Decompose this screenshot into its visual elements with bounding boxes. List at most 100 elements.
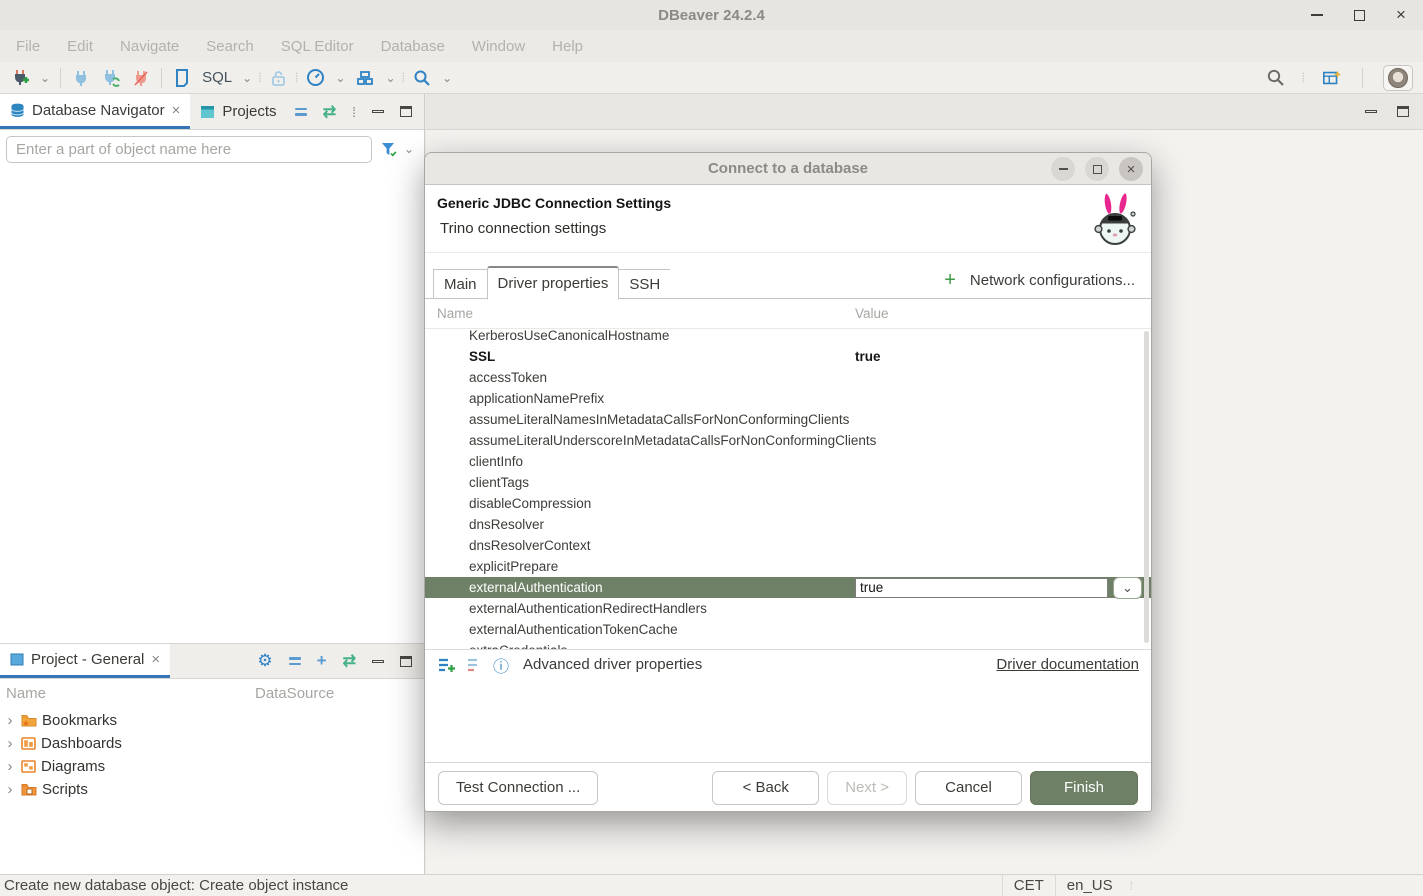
driver-documentation-link[interactable]: Driver documentation bbox=[996, 656, 1139, 673]
dashboard-icon[interactable] bbox=[305, 68, 325, 88]
menu-window[interactable]: Window bbox=[472, 38, 525, 55]
grid-scrollbar[interactable] bbox=[1144, 331, 1149, 643]
project-folder-icon bbox=[10, 653, 24, 666]
new-connection-icon[interactable] bbox=[10, 68, 30, 88]
project-column-headers: Name DataSource bbox=[0, 679, 424, 707]
toolbar-separator-dots: ⁞ bbox=[258, 70, 263, 85]
properties-grid[interactable]: KerberosUseCanonicalHostname SSLtrue acc… bbox=[425, 329, 1151, 649]
column-name[interactable]: Name bbox=[0, 685, 255, 702]
bookmarks-folder-icon bbox=[21, 714, 37, 727]
maximize-view-icon[interactable] bbox=[400, 656, 412, 667]
back-button[interactable]: < Back bbox=[712, 771, 819, 805]
tree-item-label: Scripts bbox=[42, 781, 88, 798]
dashboard-chevron-icon[interactable]: ⌄ bbox=[335, 71, 345, 85]
menu-sql-editor[interactable]: SQL Editor bbox=[281, 38, 354, 55]
minimize-view-icon[interactable] bbox=[372, 660, 384, 663]
diagrams-icon bbox=[21, 760, 36, 773]
link-with-editor-icon[interactable]: ⇄ bbox=[323, 102, 336, 122]
disconnect-icon[interactable] bbox=[131, 68, 151, 88]
status-locale[interactable]: en_US bbox=[1055, 875, 1124, 896]
menu-help[interactable]: Help bbox=[552, 38, 583, 55]
dialog-close-button[interactable]: × bbox=[1119, 157, 1143, 181]
expand-all-icon[interactable]: + bbox=[317, 651, 327, 671]
table-row: SSLtrue bbox=[425, 346, 1151, 367]
filter-funnel-icon[interactable] bbox=[380, 141, 398, 158]
property-value-input[interactable] bbox=[855, 578, 1108, 598]
status-timezone[interactable]: CET bbox=[1002, 875, 1055, 896]
menu-bar: File Edit Navigate Search SQL Editor Dat… bbox=[0, 30, 1423, 62]
window-maximize-button[interactable] bbox=[1351, 7, 1367, 23]
tree-item-bookmarks[interactable]: › Bookmarks bbox=[0, 709, 424, 732]
tab-driver-properties[interactable]: Driver properties bbox=[487, 266, 620, 300]
maximize-editor-icon[interactable] bbox=[1397, 106, 1409, 117]
connect-icon[interactable] bbox=[71, 68, 91, 88]
table-row: dnsResolverContext bbox=[425, 535, 1151, 556]
toolbar-separator-dots: ⁞ bbox=[295, 70, 300, 85]
minimize-editor-icon[interactable] bbox=[1365, 110, 1377, 113]
window-minimize-button[interactable] bbox=[1309, 7, 1325, 23]
quick-search-icon[interactable] bbox=[1265, 68, 1285, 88]
remove-property-icon[interactable] bbox=[466, 657, 483, 673]
tab-close-icon[interactable]: × bbox=[151, 651, 160, 668]
menu-search[interactable]: Search bbox=[206, 38, 254, 55]
expand-chevron-icon[interactable]: › bbox=[4, 712, 16, 729]
cancel-button[interactable]: Cancel bbox=[915, 771, 1022, 805]
next-button[interactable]: Next > bbox=[827, 771, 907, 805]
collapse-all-icon[interactable] bbox=[295, 108, 307, 116]
driver-manager-chevron-icon[interactable]: ⌄ bbox=[385, 71, 395, 85]
table-row-selected[interactable]: externalAuthentication ⌄ bbox=[425, 577, 1151, 598]
tab-ssh[interactable]: SSH bbox=[619, 269, 670, 299]
sql-editor-chevron-icon[interactable]: ⌄ bbox=[242, 71, 252, 85]
dialog-titlebar[interactable]: Connect to a database × bbox=[425, 153, 1151, 185]
reconnect-icon[interactable] bbox=[101, 68, 121, 88]
menu-navigate[interactable]: Navigate bbox=[120, 38, 179, 55]
view-menu-icon[interactable]: ⁞ bbox=[352, 104, 356, 120]
column-datasource[interactable]: DataSource bbox=[255, 685, 334, 702]
expand-chevron-icon[interactable]: › bbox=[4, 758, 16, 775]
menu-edit[interactable]: Edit bbox=[67, 38, 93, 55]
table-row: externalAuthenticationTokenCache bbox=[425, 619, 1151, 640]
dialog-maximize-button[interactable] bbox=[1085, 157, 1109, 181]
tab-project-general[interactable]: Project - General × bbox=[0, 644, 170, 678]
driver-manager-icon[interactable] bbox=[355, 68, 375, 88]
menu-database[interactable]: Database bbox=[381, 38, 445, 55]
table-row: externalAuthenticationRedirectHandlers bbox=[425, 598, 1151, 619]
search-chevron-icon[interactable]: ⌄ bbox=[442, 71, 452, 85]
add-property-icon[interactable] bbox=[437, 657, 456, 673]
maximize-view-icon[interactable] bbox=[400, 106, 412, 117]
tree-item-diagrams[interactable]: › Diagrams bbox=[0, 755, 424, 778]
dialog-minimize-button[interactable] bbox=[1051, 157, 1075, 181]
tree-item-dashboards[interactable]: › Dashboards bbox=[0, 732, 424, 755]
search-metadata-icon[interactable] bbox=[412, 68, 432, 88]
value-dropdown-button[interactable]: ⌄ bbox=[1113, 577, 1142, 599]
test-connection-button[interactable]: Test Connection ... bbox=[438, 771, 598, 805]
settings-gear-icon[interactable]: ⚙ bbox=[257, 651, 272, 671]
perspective-icon[interactable] bbox=[1322, 68, 1342, 88]
new-connection-chevron-icon[interactable]: ⌄ bbox=[40, 71, 50, 85]
collapse-all-icon[interactable] bbox=[289, 657, 301, 665]
tab-database-navigator[interactable]: Database Navigator × bbox=[0, 94, 190, 129]
object-filter-input[interactable] bbox=[6, 136, 372, 163]
user-profile-button[interactable] bbox=[1383, 65, 1413, 91]
expand-chevron-icon[interactable]: › bbox=[4, 735, 16, 752]
tab-close-icon[interactable]: × bbox=[172, 102, 181, 119]
link-with-editor-icon[interactable]: ⇄ bbox=[343, 651, 356, 671]
expand-chevron-icon[interactable]: › bbox=[4, 781, 16, 798]
column-header-value[interactable]: Value bbox=[855, 306, 889, 321]
window-close-button[interactable]: × bbox=[1393, 7, 1409, 23]
tab-projects[interactable]: Projects bbox=[190, 94, 286, 129]
tree-item-scripts[interactable]: › Scripts bbox=[0, 778, 424, 801]
filter-chevron-icon[interactable]: ⌄ bbox=[404, 142, 414, 156]
network-configurations-button[interactable]: + Network configurations... bbox=[944, 265, 1151, 295]
menu-file[interactable]: File bbox=[16, 38, 40, 55]
finish-button[interactable]: Finish bbox=[1030, 771, 1138, 805]
lock-icon[interactable] bbox=[269, 68, 289, 88]
table-row: clientInfo bbox=[425, 451, 1151, 472]
tab-main[interactable]: Main bbox=[433, 269, 487, 299]
sql-editor-label[interactable]: SQL bbox=[202, 69, 232, 86]
table-row: assumeLiteralNamesInMetadataCallsForNonC… bbox=[425, 409, 1151, 430]
column-header-name[interactable]: Name bbox=[425, 306, 855, 321]
sql-editor-icon[interactable] bbox=[172, 68, 192, 88]
table-row: accessToken bbox=[425, 367, 1151, 388]
minimize-view-icon[interactable] bbox=[372, 110, 384, 113]
